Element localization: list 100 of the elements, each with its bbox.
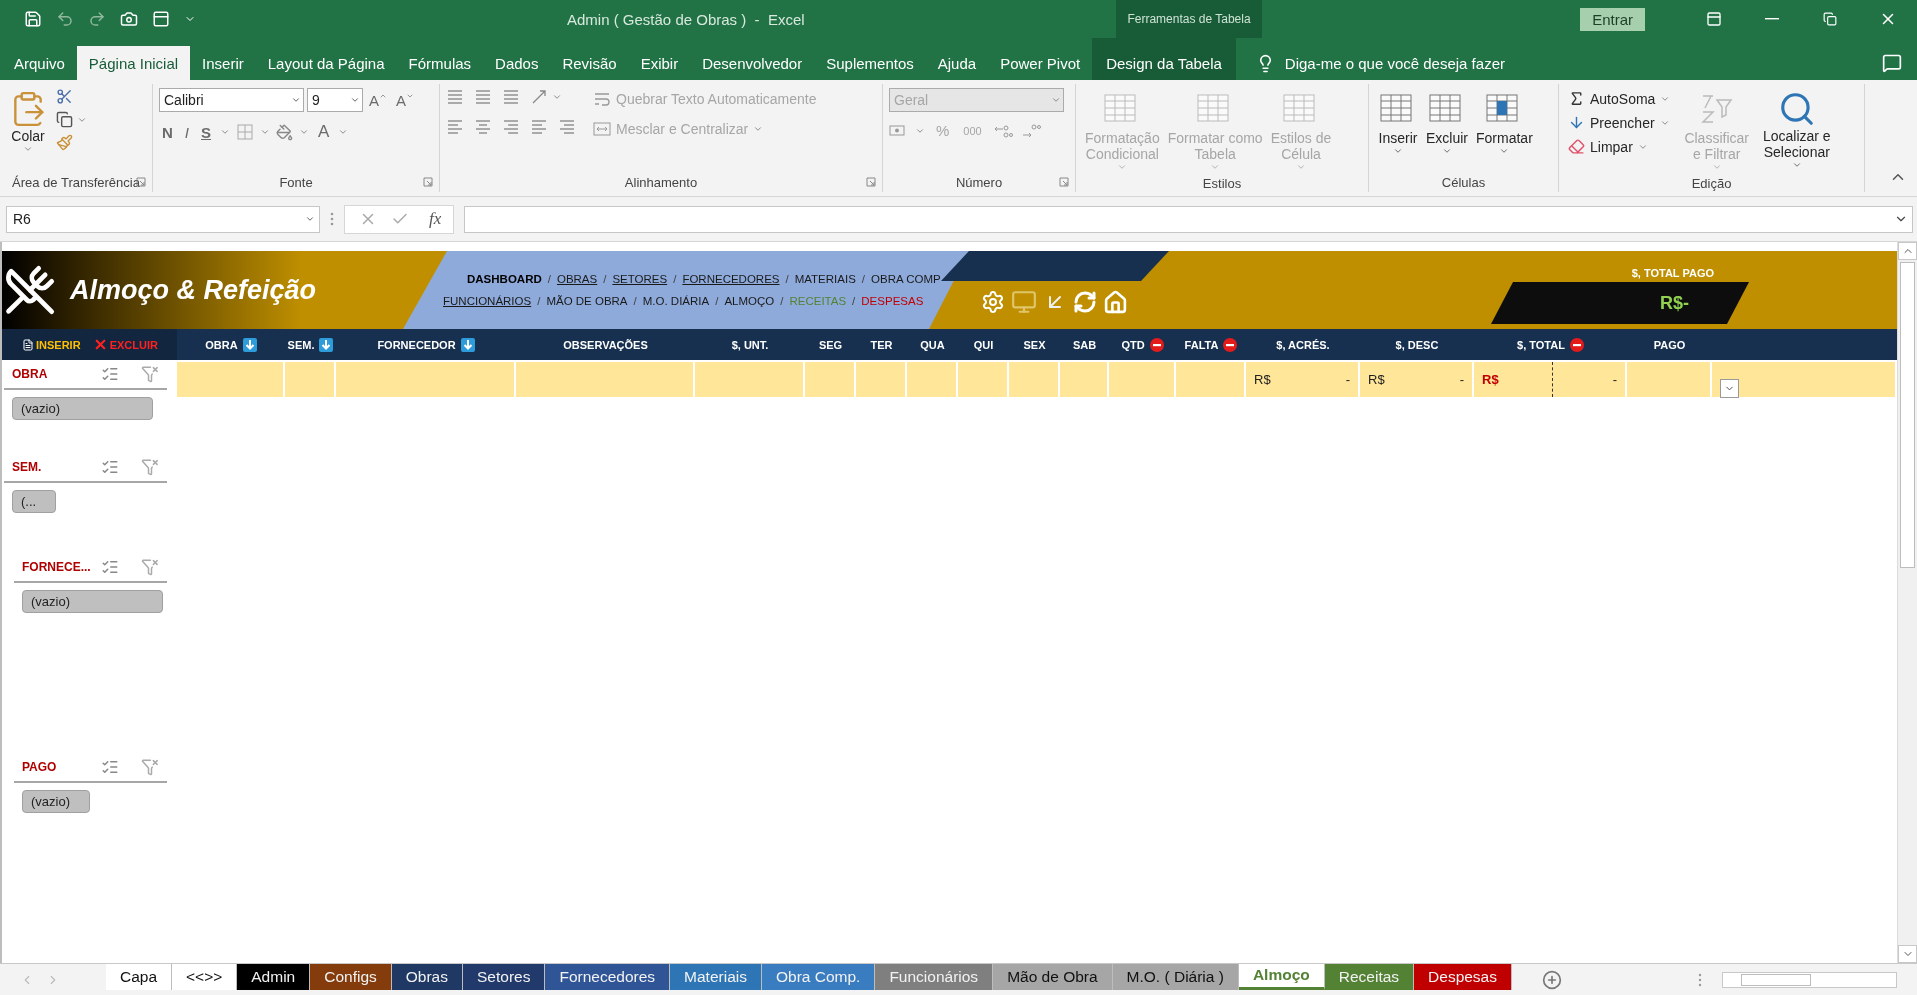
sheet-tab[interactable]: Materiais <box>670 963 762 990</box>
sheet-tab[interactable]: Obras <box>391 963 463 990</box>
formula-field[interactable] <box>464 205 1913 233</box>
name-box[interactable]: R6 <box>6 205 320 233</box>
tell-me-field[interactable]: Diga-me o que você deseja fazer <box>1284 54 1505 72</box>
font-name-dropdown[interactable]: Calibri <box>159 88 304 112</box>
menu-tab[interactable]: Ajuda <box>925 46 989 80</box>
slicer-item[interactable]: (... <box>12 490 56 513</box>
scissors-icon[interactable] <box>56 88 73 105</box>
menu-tab[interactable]: Power Pivot <box>988 46 1093 80</box>
menu-tab[interactable]: Revisão <box>550 46 629 80</box>
insert-function-button[interactable]: fx <box>423 208 448 230</box>
clear-filter-icon[interactable] <box>141 558 159 576</box>
scroll-thumb[interactable] <box>1900 262 1915 568</box>
borders-icon[interactable] <box>236 123 255 141</box>
save-icon[interactable] <box>24 10 42 28</box>
nav-link[interactable]: SETORES <box>612 273 668 285</box>
sort-arrow-icon[interactable] <box>460 337 475 352</box>
sheet-tab[interactable]: Mão de Obra <box>993 963 1113 990</box>
editing-button[interactable]: AutoSoma <box>1565 88 1674 109</box>
copy-icon[interactable] <box>56 111 73 128</box>
currency-icon[interactable] <box>889 122 907 139</box>
form-icon[interactable] <box>152 10 170 28</box>
horizontal-scrollbar[interactable] <box>1722 971 1897 988</box>
align-middle-icon[interactable] <box>474 88 492 106</box>
sign-in-button[interactable]: Entrar <box>1580 7 1645 31</box>
menu-tab[interactable]: Exibir <box>628 46 691 80</box>
increase-decimal-icon[interactable] <box>992 122 1013 139</box>
undo-icon[interactable] <box>56 10 74 28</box>
dropdown-button[interactable] <box>1720 379 1739 398</box>
monitor-icon[interactable] <box>1011 289 1037 315</box>
align-center-icon[interactable] <box>474 118 492 136</box>
nav-link[interactable]: OBRA COMP <box>871 273 941 285</box>
menu-tab[interactable]: Layout da Página <box>255 46 397 80</box>
menu-tab[interactable]: Design da Tabela <box>1092 38 1236 80</box>
add-sheet-icon[interactable] <box>1542 969 1562 990</box>
redo-icon[interactable] <box>88 10 106 28</box>
sheet-tab[interactable]: Receitas <box>1324 963 1415 990</box>
sheet-tab[interactable]: Despesas <box>1414 963 1512 990</box>
indent-decrease-icon[interactable] <box>530 118 548 136</box>
slicer-item[interactable]: (vazio) <box>12 397 153 420</box>
home-icon[interactable] <box>1103 289 1128 315</box>
nav-link[interactable]: MATERIAIS <box>794 273 856 285</box>
align-bottom-icon[interactable] <box>502 88 520 106</box>
shrink-font-button[interactable]: A <box>393 91 418 109</box>
bold-button[interactable]: N <box>159 123 176 141</box>
sort-arrow-icon[interactable] <box>319 337 334 352</box>
vertical-scrollbar[interactable] <box>1897 242 1917 963</box>
align-left-icon[interactable] <box>446 118 464 136</box>
decrease-decimal-icon[interactable] <box>1020 122 1041 139</box>
menu-tab[interactable]: Arquivo <box>2 46 77 80</box>
scroll-down-button[interactable] <box>1898 945 1917 963</box>
sheet-tab[interactable]: Configs <box>310 963 392 990</box>
cells-button[interactable]: Formatar <box>1473 88 1536 159</box>
align-top-icon[interactable] <box>446 88 464 106</box>
slicer-item[interactable]: (vazio) <box>22 790 90 813</box>
paintbrush-icon[interactable] <box>56 134 73 151</box>
menu-tab[interactable]: Inserir <box>190 46 256 80</box>
clear-filter-icon[interactable] <box>141 758 159 776</box>
menu-tab[interactable]: Desenvolvedor <box>690 46 815 80</box>
menu-tab[interactable]: Suplementos <box>814 46 926 80</box>
font-size-dropdown[interactable]: 9 <box>307 88 363 112</box>
editing-button[interactable]: Preencher <box>1565 112 1674 133</box>
menu-tab[interactable]: Fórmulas <box>396 46 484 80</box>
nav-link[interactable]: OBRAS <box>556 273 598 285</box>
grow-font-button[interactable]: A <box>366 91 390 109</box>
sheet-tab[interactable]: Setores <box>463 963 546 990</box>
indent-increase-icon[interactable] <box>558 118 576 136</box>
cells-button[interactable]: Excluir <box>1423 88 1471 159</box>
align-right-icon[interactable] <box>502 118 520 136</box>
refresh-icon[interactable] <box>1073 290 1097 314</box>
sheet-tab[interactable]: Obra Comp. <box>761 963 876 990</box>
cells-button[interactable]: Inserir <box>1375 88 1421 159</box>
camera-icon[interactable] <box>120 10 138 28</box>
clear-filter-icon[interactable] <box>141 458 159 476</box>
sheet-tab[interactable]: Capa <box>106 963 173 990</box>
multi-select-icon[interactable] <box>101 458 119 476</box>
insert-button[interactable]: INSERIR <box>22 338 81 351</box>
delete-button[interactable]: EXCLUIR <box>92 337 158 352</box>
underline-button[interactable]: S <box>198 123 215 141</box>
sheet-tab[interactable]: M.O. ( Diária ) <box>1112 963 1239 990</box>
sheet-tab[interactable]: Almoço <box>1238 963 1325 990</box>
scroll-up-button[interactable] <box>1898 242 1917 260</box>
nav-link[interactable]: FUNCIONÁRIOS <box>443 295 532 307</box>
editing-button[interactable]: Localizar e Selecionar <box>1759 88 1834 173</box>
multi-select-icon[interactable] <box>101 365 119 383</box>
sort-arrow-icon[interactable] <box>242 337 257 352</box>
clear-filter-icon[interactable] <box>141 365 159 383</box>
multi-select-icon[interactable] <box>101 558 119 576</box>
nav-link[interactable]: ALMOÇO <box>724 295 775 307</box>
sheet-tab[interactable]: Funcionários <box>875 963 994 990</box>
multi-select-icon[interactable] <box>101 758 119 776</box>
font-color-button[interactable]: A <box>315 122 333 142</box>
text-angle-icon[interactable] <box>530 88 548 106</box>
gears-icon[interactable] <box>981 290 1005 314</box>
sheet-tab[interactable]: <<>> <box>172 963 238 990</box>
menu-tab[interactable]: Página Inicial <box>76 46 191 80</box>
nav-link[interactable]: MÃO DE OBRA <box>546 295 628 307</box>
nav-link[interactable]: FORNECEDORES <box>682 273 780 285</box>
paste-button[interactable]: Colar <box>6 88 50 157</box>
